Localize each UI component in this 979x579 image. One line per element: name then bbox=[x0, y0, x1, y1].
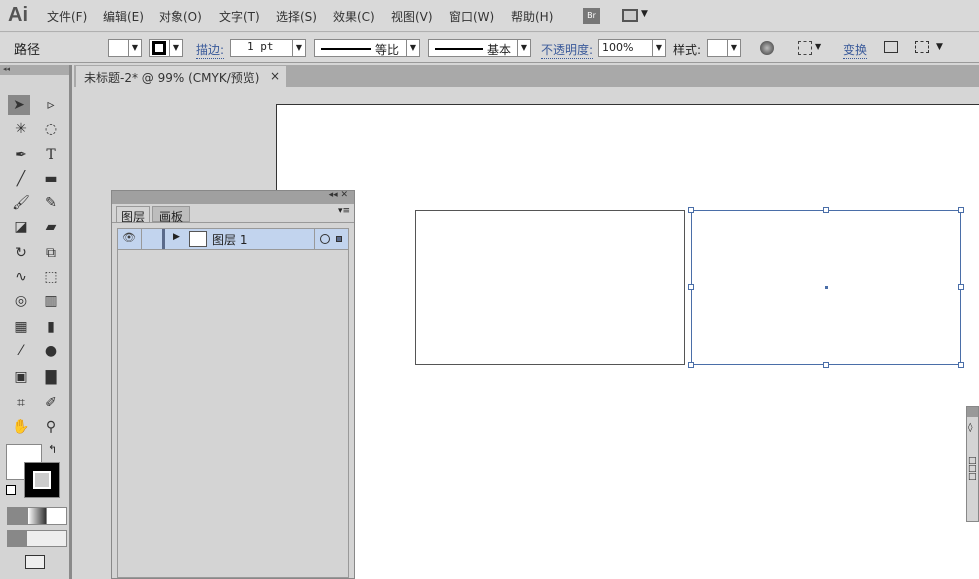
menu-file[interactable]: 文件(F) bbox=[47, 8, 87, 25]
layers-list: 👁 ▶ 图层 1 bbox=[117, 228, 349, 578]
layer-thumbnail bbox=[189, 231, 207, 247]
hand-tool-icon[interactable]: ✋ bbox=[10, 417, 32, 437]
type-tool-icon[interactable]: T bbox=[40, 145, 62, 165]
screen-mode-icon[interactable] bbox=[25, 555, 45, 569]
opacity-input[interactable]: 100% ▼ bbox=[598, 39, 666, 57]
selection-tool-icon[interactable]: ➤ bbox=[8, 95, 30, 115]
document-tab[interactable]: 未标题-2* @ 99% (CMYK/预览) × bbox=[76, 66, 286, 87]
brush-definition[interactable]: 基本 ▼ bbox=[428, 39, 531, 57]
app-logo: Ai bbox=[8, 4, 28, 26]
collapsed-panel-dock: ◊ □ □ □ bbox=[966, 406, 979, 522]
workspace-layout-icon[interactable] bbox=[622, 9, 638, 22]
draw-inside-button[interactable] bbox=[46, 531, 66, 546]
blend-tool-icon[interactable]: ● bbox=[40, 341, 62, 361]
mesh-tool-icon[interactable]: ▦ bbox=[10, 317, 32, 337]
align-icon[interactable] bbox=[884, 41, 898, 53]
isolate-group-icon[interactable] bbox=[798, 41, 812, 55]
rectangle-shape[interactable] bbox=[415, 210, 685, 365]
pencil-tool-icon[interactable]: ✎ bbox=[40, 193, 62, 213]
pen-tool-icon[interactable]: ✒ bbox=[10, 145, 32, 165]
layer-row[interactable]: 👁 ▶ 图层 1 bbox=[118, 229, 348, 250]
object-type-label: 路径 bbox=[14, 43, 41, 58]
document-tab-title: 未标题-2* @ 99% (CMYK/预览) bbox=[84, 71, 260, 85]
column-graph-tool-icon[interactable]: ▇ bbox=[40, 367, 62, 387]
gradient-button[interactable] bbox=[27, 508, 48, 524]
tab-artboards[interactable]: 画板 bbox=[152, 206, 190, 224]
menu-select[interactable]: 选择(S) bbox=[276, 8, 317, 25]
lasso-tool-icon[interactable]: ◌ bbox=[40, 119, 62, 139]
chevron-down-icon[interactable]: ▼ bbox=[815, 42, 821, 51]
recolor-artwork-icon[interactable] bbox=[760, 41, 774, 55]
menu-effect[interactable]: 效果(C) bbox=[333, 8, 375, 25]
warp-tool-icon[interactable]: ∿ bbox=[10, 267, 32, 287]
menu-type[interactable]: 文字(T) bbox=[219, 8, 260, 25]
close-tab-button[interactable]: × bbox=[270, 69, 280, 83]
navigator-icon[interactable]: ◊ bbox=[968, 423, 972, 433]
layers-panel: ◂◂ ✕ 图层 画板 ▾≡ 👁 ▶ 图层 1 bbox=[111, 190, 355, 579]
magic-wand-tool-icon[interactable]: ✳ bbox=[10, 119, 32, 139]
expand-triangle-icon[interactable]: ▶ bbox=[173, 232, 180, 242]
paintbrush-tool-icon[interactable]: 🖌 bbox=[10, 193, 32, 213]
draw-mode-buttons bbox=[7, 530, 67, 547]
select-similar-icon[interactable] bbox=[915, 41, 929, 53]
zoom-tool-icon[interactable]: ⚲ bbox=[40, 417, 62, 437]
eye-icon[interactable]: 👁 bbox=[122, 231, 136, 244]
swap-colors-icon[interactable]: ↰ bbox=[48, 443, 57, 456]
color-mode-buttons bbox=[7, 507, 67, 525]
bridge-button[interactable]: Br bbox=[583, 8, 600, 24]
line-tool-icon[interactable]: ╱ bbox=[10, 169, 32, 189]
color-button[interactable] bbox=[8, 508, 28, 524]
stroke-color-swatch[interactable] bbox=[24, 462, 60, 498]
menu-bar: Ai 文件(F) 编辑(E) 对象(O) 文字(T) 选择(S) 效果(C) 视… bbox=[0, 0, 979, 32]
draw-normal-button[interactable] bbox=[8, 531, 28, 546]
rotate-tool-icon[interactable]: ↻ bbox=[10, 243, 32, 263]
selection-indicator-icon[interactable] bbox=[336, 236, 342, 242]
slice-tool-icon[interactable]: ✐ bbox=[40, 393, 62, 413]
collapse-icon[interactable]: ◂◂ bbox=[0, 65, 69, 75]
variable-width-profile[interactable]: 等比 ▼ bbox=[314, 39, 420, 57]
links-icon[interactable]: □ □ □ bbox=[968, 457, 977, 482]
control-bar: 路径 ▼ ▼ 描边: 1 pt ▼ 等比 ▼ 基本 ▼ 不透明度: 100% ▼ 样式:… bbox=[0, 33, 979, 63]
layer-name[interactable]: 图层 1 bbox=[212, 231, 247, 248]
perspective-grid-tool-icon[interactable]: ▥ bbox=[40, 291, 62, 311]
menu-window[interactable]: 窗口(W) bbox=[449, 8, 494, 25]
tools-panel: ◂◂ ➤ ▹ ✳ ◌ ✒ T ╱ ▬ 🖌 ✎ ◪ ▰ ↻ ⧉ ∿ ⬚ ◎ ▥ ▦… bbox=[0, 65, 72, 579]
menu-view[interactable]: 视图(V) bbox=[391, 8, 433, 25]
fill-swatch[interactable]: ▼ bbox=[108, 39, 142, 57]
stroke-link[interactable]: 描边: bbox=[196, 41, 225, 59]
direct-selection-tool-icon[interactable]: ▹ bbox=[40, 95, 62, 115]
shape-builder-tool-icon[interactable]: ◎ bbox=[10, 291, 32, 311]
opacity-link[interactable]: 不透明度: bbox=[541, 41, 594, 59]
transform-link[interactable]: 变换 bbox=[843, 41, 868, 59]
style-label: 样式: bbox=[673, 43, 702, 57]
eraser-tool-icon[interactable]: ▰ bbox=[40, 217, 62, 237]
artboard-tool-icon[interactable]: ⌗ bbox=[10, 393, 32, 413]
chevron-down-icon[interactable]: ▼ bbox=[641, 9, 648, 19]
gradient-tool-icon[interactable]: ▮ bbox=[40, 317, 62, 337]
menu-help[interactable]: 帮助(H) bbox=[511, 8, 553, 25]
panel-menu-icon[interactable]: ▾≡ bbox=[338, 206, 350, 216]
default-colors-icon[interactable] bbox=[6, 485, 16, 495]
target-icon[interactable] bbox=[320, 234, 330, 244]
panel-header[interactable]: ◂◂ ✕ bbox=[112, 190, 354, 204]
menu-edit[interactable]: 编辑(E) bbox=[103, 8, 144, 25]
graphic-style-swatch[interactable]: ▼ bbox=[707, 39, 741, 57]
tab-layers[interactable]: 图层 bbox=[116, 206, 150, 224]
menu-object[interactable]: 对象(O) bbox=[159, 8, 202, 25]
stroke-swatch[interactable]: ▼ bbox=[149, 39, 183, 57]
blob-brush-tool-icon[interactable]: ◪ bbox=[10, 217, 32, 237]
draw-behind-button[interactable] bbox=[27, 531, 47, 546]
selected-rectangle[interactable] bbox=[688, 207, 964, 368]
chevron-down-icon[interactable]: ▼ bbox=[936, 42, 943, 52]
free-transform-tool-icon[interactable]: ⬚ bbox=[40, 267, 62, 287]
scale-tool-icon[interactable]: ⧉ bbox=[40, 243, 62, 263]
none-button[interactable] bbox=[47, 508, 67, 524]
stroke-weight-input[interactable]: 1 pt ▼ bbox=[230, 39, 306, 57]
eyedropper-tool-icon[interactable]: ⁄ bbox=[10, 341, 32, 361]
symbol-sprayer-tool-icon[interactable]: ▣ bbox=[10, 367, 32, 387]
rectangle-tool-icon[interactable]: ▬ bbox=[40, 169, 62, 189]
